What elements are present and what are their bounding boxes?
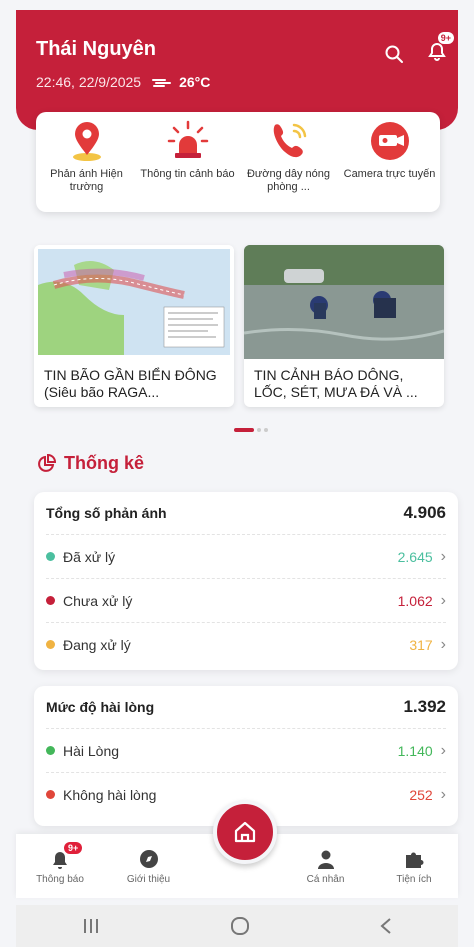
quick-action-hotline[interactable]: Đường dây nóng phòng ... [241, 118, 337, 212]
news-card[interactable]: TIN CẢNH BÁO DÔNG, LỐC, SÉT, MƯA ĐÁ VÀ .… [244, 245, 444, 407]
carousel-dot-active [234, 428, 254, 432]
datetime-text: 22:46, 22/9/2025 [36, 74, 142, 90]
news-title: TIN CẢNH BÁO DÔNG, LỐC, SÉT, MƯA ĐÁ VÀ .… [254, 367, 418, 400]
status-dot [46, 746, 55, 755]
stat-value: 317 [409, 636, 433, 653]
compass-icon [139, 849, 158, 868]
weather: 26°C [151, 74, 210, 90]
home-circle-icon[interactable] [230, 916, 250, 936]
chevron-right-icon: › [440, 635, 446, 653]
tab-label: Tiện ích [396, 873, 432, 885]
cloud-wind-icon [152, 79, 172, 87]
carousel-dot [257, 428, 261, 432]
tab-badge: 9+ [64, 842, 83, 854]
home-button[interactable] [213, 800, 277, 864]
carousel-indicator [234, 428, 268, 432]
notification-button[interactable]: 9+ [426, 32, 454, 67]
tab-label: Thông báo [36, 873, 84, 885]
stat-label: Đã xử lý [63, 548, 116, 565]
camera-icon [370, 122, 409, 160]
tab-notifications[interactable]: 9+ Thông báo [22, 834, 98, 898]
quick-action-label: Thông tin cảnh báo [140, 168, 235, 180]
chevron-right-icon: › [440, 591, 446, 609]
stat-row-satisfied[interactable]: Hài Lòng 1.140 › [46, 728, 446, 772]
quick-actions: Phản ánh Hiện trường Thông tin cảnh báo … [36, 112, 440, 212]
stat-value: 1.140 [397, 742, 433, 759]
news-card[interactable]: TIN BÃO GẦN BIỂN ĐÔNG (Siêu bão RAGA... [34, 245, 234, 407]
quick-action-label: Camera trực tuyến [343, 168, 436, 180]
quick-action-warning[interactable]: Thông tin cảnh báo [140, 118, 236, 212]
puzzle-icon [406, 852, 424, 868]
satisfaction-header: Mức độ hài lòng 1.392 [46, 686, 446, 728]
map-pin-icon [72, 122, 101, 161]
stat-value: 252 [409, 786, 433, 803]
news-image-flood-street [244, 245, 444, 359]
stat-label: Không hài lòng [63, 786, 157, 803]
total-reports-label: Tổng số phản ánh [46, 505, 167, 521]
tab-label: Giới thiệu [126, 873, 171, 885]
user-icon [317, 850, 334, 869]
stat-label: Hài Lòng [63, 742, 120, 759]
quick-action-report[interactable]: Phản ánh Hiện trường [39, 118, 135, 212]
back-icon[interactable] [379, 917, 393, 935]
stat-row-processed[interactable]: Đã xử lý 2.645 › [46, 534, 446, 578]
recent-apps-icon[interactable] [81, 917, 101, 935]
tab-about[interactable]: Giới thiệu [111, 834, 187, 898]
stat-label: Chưa xử lý [63, 592, 133, 609]
total-reports-value: 4.906 [403, 503, 446, 522]
quick-action-camera[interactable]: Camera trực tuyến [342, 118, 438, 212]
home-icon [234, 821, 256, 843]
pie-chart-icon [38, 453, 56, 472]
satisfaction-value: 1.392 [403, 697, 446, 716]
status-dot [46, 640, 55, 649]
stat-row-processing[interactable]: Đang xử lý 317 › [46, 622, 446, 666]
status-dot [46, 552, 55, 561]
stat-row-unprocessed[interactable]: Chưa xử lý 1.062 › [46, 578, 446, 622]
stat-label: Đang xử lý [63, 636, 131, 653]
tab-profile[interactable]: Cá nhân [288, 834, 364, 898]
news-image-storm-map [34, 245, 234, 359]
status-dot [46, 790, 55, 799]
chevron-right-icon: › [440, 741, 446, 759]
news-carousel: TIN BÃO GẦN BIỂN ĐÔNG (Siêu bão RAGA... … [34, 245, 444, 407]
system-navigation-bar [16, 905, 458, 947]
location-title[interactable]: Thái Nguyên [36, 38, 156, 61]
stats-heading: Thống kê [36, 453, 144, 474]
total-reports-panel: Tổng số phản ánh 4.906 Đã xử lý 2.645 › C… [34, 492, 458, 670]
stats-title: Thống kê [64, 453, 144, 473]
search-icon[interactable] [384, 44, 404, 64]
notification-badge: 9+ [437, 32, 454, 44]
datetime-weather: 22:46, 22/9/2025 26°C [36, 74, 210, 90]
alarm-siren-icon [167, 120, 208, 158]
phone-ringing-icon [273, 123, 306, 158]
temperature-text: 26°C [179, 74, 211, 90]
news-title: TIN BÃO GẦN BIỂN ĐÔNG (Siêu bão RAGA... [44, 367, 217, 400]
stat-value: 1.062 [397, 592, 433, 609]
chevron-right-icon: › [440, 547, 446, 565]
chevron-right-icon: › [440, 785, 446, 803]
status-dot [46, 596, 55, 605]
tab-utilities[interactable]: Tiện ích [376, 834, 452, 898]
quick-action-label: Đường dây nóng phòng ... [246, 168, 331, 193]
satisfaction-label: Mức độ hài lòng [46, 699, 155, 715]
carousel-dot [264, 428, 268, 432]
total-reports-header: Tổng số phản ánh 4.906 [46, 492, 446, 534]
quick-action-label: Phản ánh Hiện trường [50, 168, 123, 193]
tab-label: Cá nhân [306, 873, 345, 885]
stat-value: 2.645 [397, 548, 433, 565]
